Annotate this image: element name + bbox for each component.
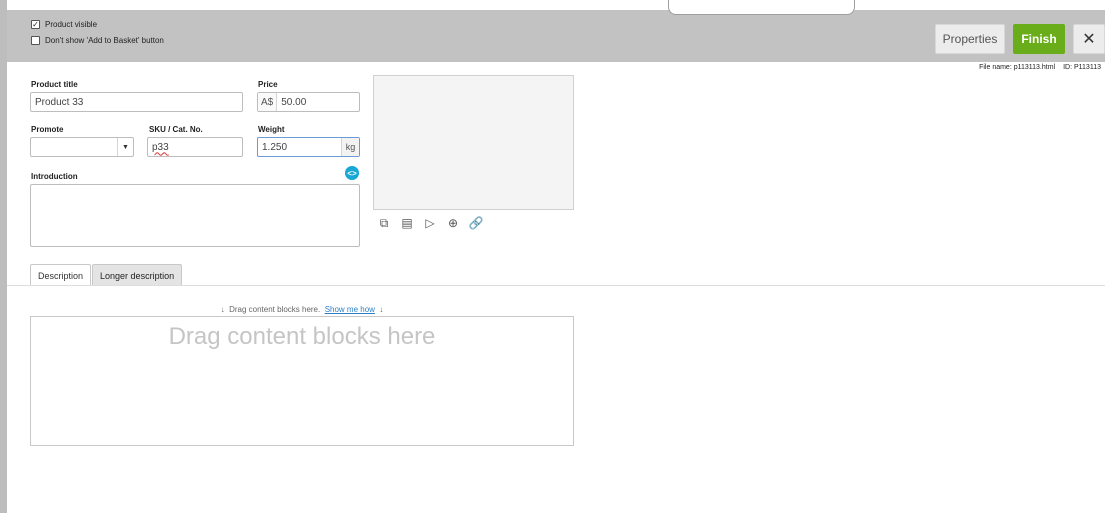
introduction-label: Introduction bbox=[31, 172, 78, 181]
drag-hint-text: Drag content blocks here. bbox=[229, 305, 321, 314]
dropzone-placeholder: Drag content blocks here bbox=[168, 323, 436, 350]
currency-prefix: A$ bbox=[258, 93, 278, 111]
chevron-down-icon: ▼ bbox=[117, 138, 133, 156]
file-id-text: ID: P113113 bbox=[1063, 64, 1101, 71]
price-value: 50.00 bbox=[281, 96, 307, 108]
file-name-text: File name: p113113.html bbox=[979, 64, 1056, 71]
product-visible-option[interactable]: ✓ Product visible bbox=[31, 20, 97, 29]
image-icon[interactable]: ⧉ bbox=[376, 215, 392, 231]
image-toolbar: ⧉ ▤ ▷ ⊕ 🔗 bbox=[376, 215, 491, 231]
product-visible-label: Product visible bbox=[45, 20, 98, 29]
promote-label: Promote bbox=[31, 125, 64, 134]
drag-hint: ↓ Drag content blocks here. Show me how … bbox=[30, 305, 574, 314]
top-spacer bbox=[7, 0, 1105, 10]
code-view-button[interactable]: <> bbox=[345, 166, 359, 180]
weight-unit: kg bbox=[341, 138, 359, 156]
weight-label: Weight bbox=[258, 125, 285, 134]
introduction-textarea[interactable] bbox=[30, 184, 360, 247]
file-info: File name: p113113.html ID: P113113 bbox=[979, 64, 1101, 71]
price-input[interactable]: A$ 50.00 bbox=[257, 92, 360, 112]
tab-divider bbox=[7, 285, 1105, 286]
product-title-input[interactable]: Product 33 bbox=[30, 92, 243, 112]
code-icon: <> bbox=[347, 168, 357, 178]
link-icon[interactable]: 🔗 bbox=[468, 215, 484, 231]
finish-button[interactable]: Finish bbox=[1013, 24, 1065, 54]
promote-select[interactable]: ▼ bbox=[30, 137, 134, 157]
product-visible-checkbox[interactable]: ✓ bbox=[31, 20, 40, 29]
price-label: Price bbox=[258, 80, 278, 89]
weight-value: 1.250 bbox=[262, 141, 288, 153]
hide-basket-option[interactable]: Don't show 'Add to Basket' button bbox=[31, 36, 164, 45]
sku-label: SKU / Cat. No. bbox=[149, 125, 203, 134]
left-edge-strip bbox=[0, 0, 7, 513]
close-icon: ✕ bbox=[1082, 31, 1096, 48]
zoom-icon[interactable]: ⊕ bbox=[445, 215, 461, 231]
product-title-label: Product title bbox=[31, 80, 78, 89]
content-blocks-dropzone[interactable]: Drag content blocks here bbox=[30, 316, 574, 446]
description-tabs: Description Longer description bbox=[30, 264, 183, 286]
gallery-icon[interactable]: ▤ bbox=[399, 215, 415, 231]
play-icon[interactable]: ▷ bbox=[422, 215, 438, 231]
sku-input[interactable]: p33 bbox=[147, 137, 243, 157]
product-title-value: Product 33 bbox=[35, 96, 84, 108]
product-image-dropzone[interactable] bbox=[373, 75, 574, 210]
tab-description[interactable]: Description bbox=[30, 264, 92, 286]
show-me-how-link[interactable]: Show me how bbox=[325, 305, 375, 314]
arrow-down-icon: ↓ bbox=[379, 305, 384, 314]
arrow-down-icon: ↓ bbox=[220, 305, 225, 314]
hidden-tab-handle[interactable] bbox=[668, 0, 855, 15]
hide-basket-label: Don't show 'Add to Basket' button bbox=[45, 36, 164, 45]
weight-input[interactable]: 1.250 kg bbox=[257, 137, 360, 157]
sku-value: p33 bbox=[152, 141, 169, 153]
tab-longer-description[interactable]: Longer description bbox=[92, 264, 183, 286]
close-button[interactable]: ✕ bbox=[1073, 24, 1105, 54]
properties-button[interactable]: Properties bbox=[935, 24, 1005, 54]
hide-basket-checkbox[interactable] bbox=[31, 36, 40, 45]
